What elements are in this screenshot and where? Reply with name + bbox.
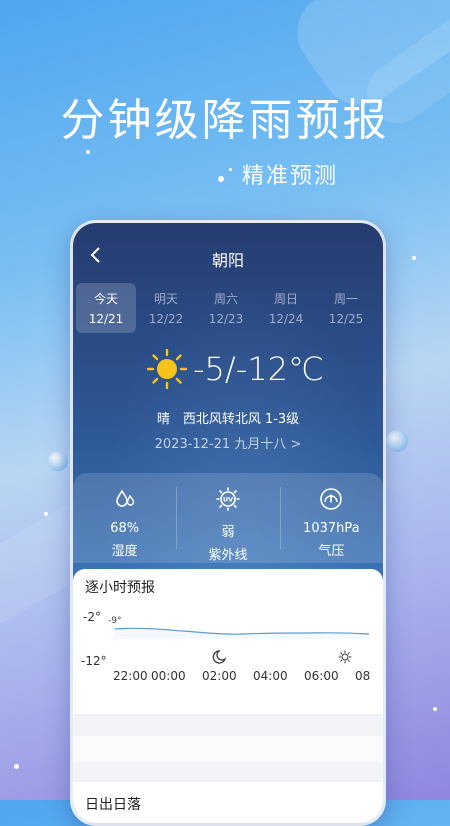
day-name: 今天 [93, 292, 118, 306]
day-date: 12/25 [328, 312, 364, 326]
day-date: 12/24 [268, 312, 304, 326]
phone-mockup: 朝阳 今天 12/21 明天 12/22 周六 12/23 周日 12/24 周… [70, 220, 386, 826]
decor-dot [412, 256, 416, 260]
stat-value: 弱 [221, 525, 235, 540]
decor-dot [44, 512, 48, 516]
day-date: 12/22 [148, 312, 184, 326]
sun-icon [147, 349, 187, 389]
sunrise-title: 日出日落 [85, 797, 141, 813]
day-tab-today[interactable]: 今天 12/21 [76, 283, 136, 333]
stat-humidity: 68% 湿度 [73, 473, 176, 563]
day-date: 12/21 [88, 312, 124, 326]
sunrise-sunset-card: 日出日落 [73, 782, 383, 823]
day-tab-saturday[interactable]: 周六 12/23 [196, 283, 256, 333]
svg-text:UV: UV [223, 496, 233, 504]
time-label: 22:00 [113, 669, 148, 683]
decor-dot [14, 764, 19, 769]
decor-bubble [386, 430, 408, 452]
high-temp-label: -2° [83, 610, 101, 624]
day-date: 12/23 [208, 312, 244, 326]
time-label: 06:00 [304, 669, 339, 683]
decor-dot [433, 707, 437, 711]
stat-uv: UV 弱 紫外线 [176, 473, 279, 563]
stat-value: 68% [110, 521, 140, 536]
time-label: 04:00 [253, 669, 288, 683]
stat-value: 1037hPa [303, 521, 360, 536]
time-label: 00:00 [151, 669, 186, 683]
sun-small-icon [338, 650, 352, 664]
time-label: 08 [355, 669, 370, 683]
day-name: 周日 [273, 292, 298, 306]
promo-headline: 分钟级降雨预报 [60, 95, 390, 146]
day-tab-monday[interactable]: 周一 12/25 [316, 283, 376, 333]
stats-panel: 68% 湿度 UV 弱 紫外线 1037hPa 气压 [73, 473, 383, 563]
weather-condition: 晴 西北风转北风 1-3级 [156, 412, 300, 427]
day-name: 周一 [333, 292, 358, 306]
city-title: 朝阳 [211, 251, 244, 270]
promo-subhead: 精准预测 [242, 164, 339, 189]
hourly-chart: -2° -9° -12° 22:00 00:00 02:00 04:00 06:… [81, 610, 370, 683]
day-tab-sunday[interactable]: 周日 12/24 [256, 283, 316, 333]
day-tabs: 今天 12/21 明天 12/22 周六 12/23 周日 12/24 周一 1… [76, 283, 376, 333]
day-tab-tomorrow[interactable]: 明天 12/22 [136, 283, 196, 333]
hourly-title: 逐小时预报 [85, 580, 155, 596]
pressure-gauge-icon [320, 488, 343, 510]
humidity-icon [115, 489, 134, 507]
day-name: 周六 [213, 292, 238, 306]
low-temp-label: -12° [81, 654, 107, 668]
decor-dot [218, 176, 224, 182]
uv-icon: UV [216, 487, 240, 511]
moon-icon [212, 650, 227, 664]
stat-label: 紫外线 [208, 548, 248, 563]
stat-label: 气压 [318, 544, 345, 559]
stat-pressure: 1037hPa 气压 [279, 473, 383, 563]
point-temp-label: -9° [108, 616, 121, 626]
temperature: -5/-12℃ [193, 350, 324, 388]
decor-dot [86, 150, 90, 154]
current-weather: -5/-12℃ [147, 349, 324, 389]
decor-dot [229, 168, 232, 171]
time-label: 02:00 [202, 669, 237, 683]
day-name: 明天 [153, 292, 178, 306]
calendar-date-link[interactable]: 2023-12-21 九月十八 > [73, 433, 383, 452]
decor-bubble [48, 451, 68, 471]
stat-label: 湿度 [111, 544, 138, 559]
section-divider [73, 714, 383, 782]
hourly-forecast-card: 逐小时预报 -2° -9° -12° 22:00 00:00 02:00 04:… [73, 569, 383, 714]
